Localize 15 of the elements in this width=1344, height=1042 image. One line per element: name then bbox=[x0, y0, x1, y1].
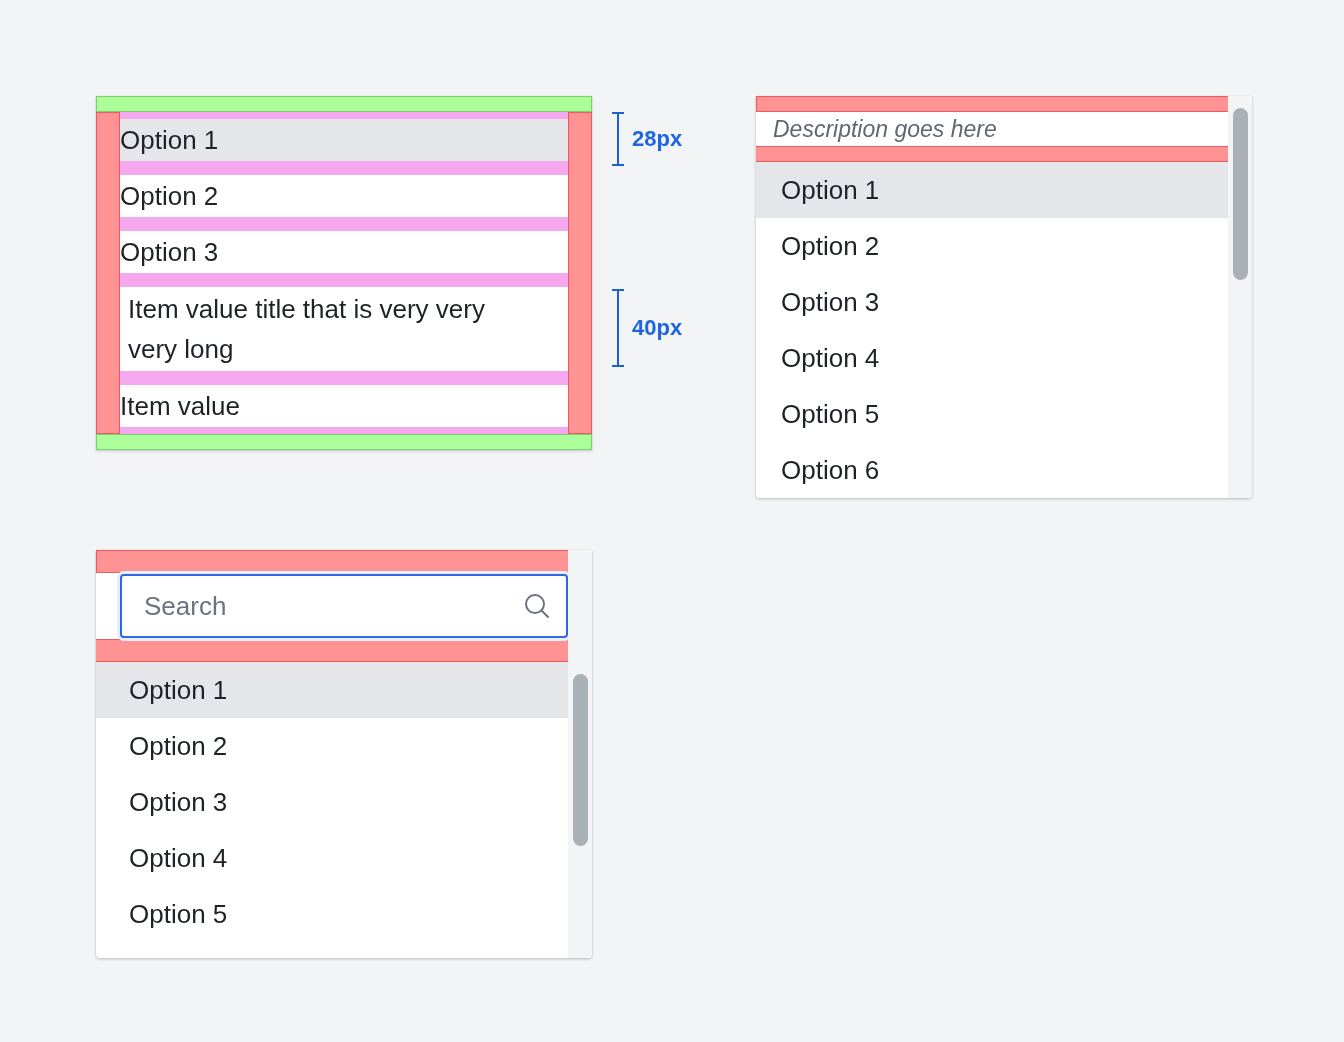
dimension-label: 28px bbox=[632, 126, 683, 152]
dimension-label: 40px bbox=[632, 315, 683, 341]
search-icon[interactable] bbox=[524, 593, 550, 619]
list-item[interactable]: Item value bbox=[120, 378, 568, 434]
list-item[interactable]: Option 3 bbox=[120, 224, 568, 280]
search-field[interactable]: Search bbox=[120, 574, 568, 638]
list-item[interactable]: Option 1 bbox=[120, 112, 568, 168]
scrollbar-thumb[interactable] bbox=[1233, 108, 1248, 280]
dropdown-option[interactable]: Option 1 bbox=[756, 162, 1228, 218]
list-item[interactable]: Item value title that is very very very long bbox=[120, 280, 568, 378]
dropdown-option[interactable]: Option 6 bbox=[756, 442, 1228, 498]
dropdown-option[interactable]: Option 1 bbox=[96, 662, 568, 718]
list-item[interactable]: Option 2 bbox=[120, 168, 568, 224]
description-text: Description goes here bbox=[772, 115, 998, 144]
scrollbar-thumb[interactable] bbox=[573, 674, 588, 846]
